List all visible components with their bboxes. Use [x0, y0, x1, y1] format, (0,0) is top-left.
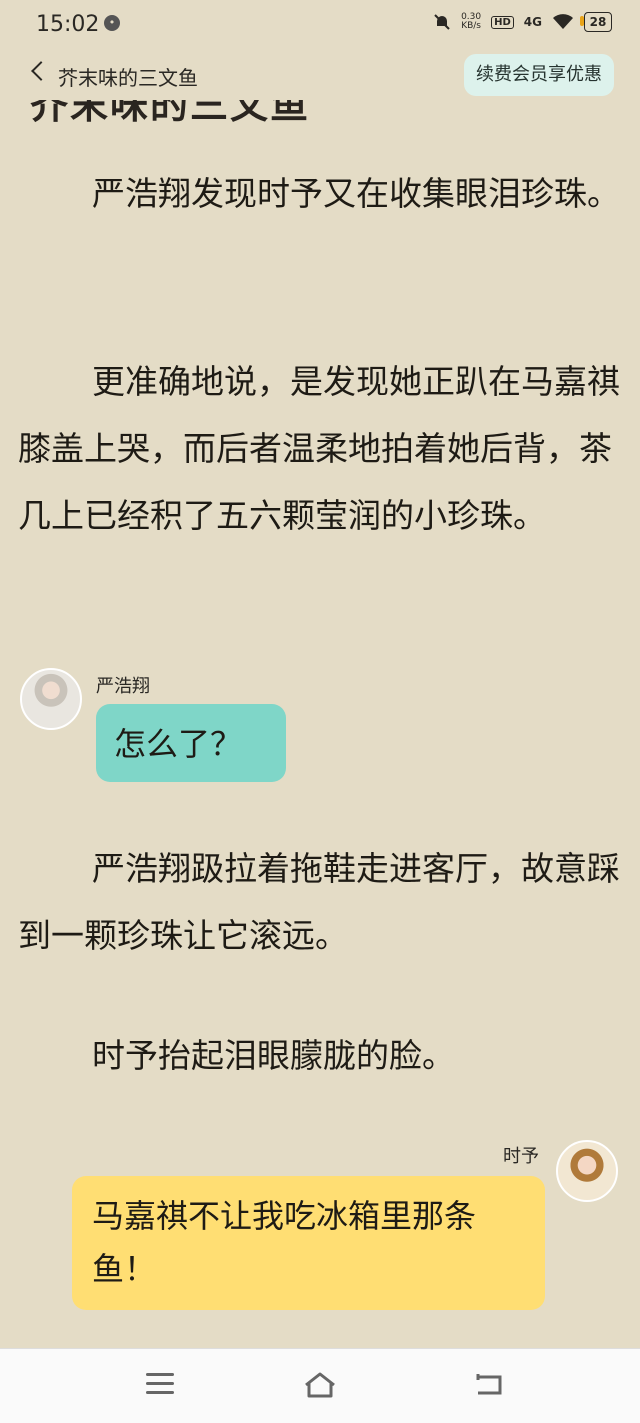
- system-nav-bar: [0, 1348, 640, 1423]
- battery-icon: 28: [580, 12, 612, 32]
- hd-icon: HD: [491, 15, 514, 29]
- chat-bubble: 马嘉祺不让我吃冰箱里那条鱼！: [72, 1176, 545, 1310]
- menu-icon[interactable]: [146, 1373, 174, 1397]
- paragraph: 时予抬起泪眼朦胧的脸。: [92, 1036, 455, 1075]
- speaker-name: 时予: [503, 1146, 539, 1167]
- paragraph: 严浩翔发现时予又在收集眼泪珍珠。: [92, 174, 620, 213]
- book-title[interactable]: 芥末味的三文鱼: [58, 62, 198, 91]
- notification-icon: •: [104, 15, 120, 31]
- paragraph: 严浩翔趿拉着拖鞋走进客厅，故意踩到一颗珍珠让它滚远。: [18, 849, 620, 955]
- back-icon[interactable]: [474, 1373, 504, 1397]
- mute-bell-icon: [434, 14, 450, 30]
- status-time: 15:02: [36, 12, 100, 37]
- chat-bubble: 怎么了？: [96, 704, 286, 782]
- speaker-name: 严浩翔: [96, 676, 150, 697]
- avatar-shiyu[interactable]: [556, 1140, 618, 1202]
- avatar-yanhaoxiang[interactable]: [20, 668, 82, 730]
- status-bar: 15:02 • 0.30 KB/s HD 4G 28: [0, 0, 640, 50]
- back-arrow-icon[interactable]: [31, 61, 51, 81]
- vip-renew-button[interactable]: 续费会员享优惠: [464, 54, 614, 96]
- paragraph: 更准确地说，是发现她正趴在马嘉祺膝盖上哭，而后者温柔地拍着她后背，茶几上已经积了…: [18, 362, 620, 535]
- net-speed: 0.30 KB/s: [461, 12, 482, 31]
- status-icons: 0.30 KB/s HD 4G 28: [433, 12, 612, 32]
- chapter-title-text: 芥末味的三文鱼: [30, 100, 311, 126]
- home-icon[interactable]: [303, 1371, 337, 1399]
- top-nav: 芥末味的三文鱼 续费会员享优惠: [0, 52, 640, 100]
- chapter-title-cut: 芥末味的三文鱼: [30, 100, 360, 126]
- signal-icon: 4G: [523, 15, 542, 29]
- wifi-icon: [553, 14, 573, 29]
